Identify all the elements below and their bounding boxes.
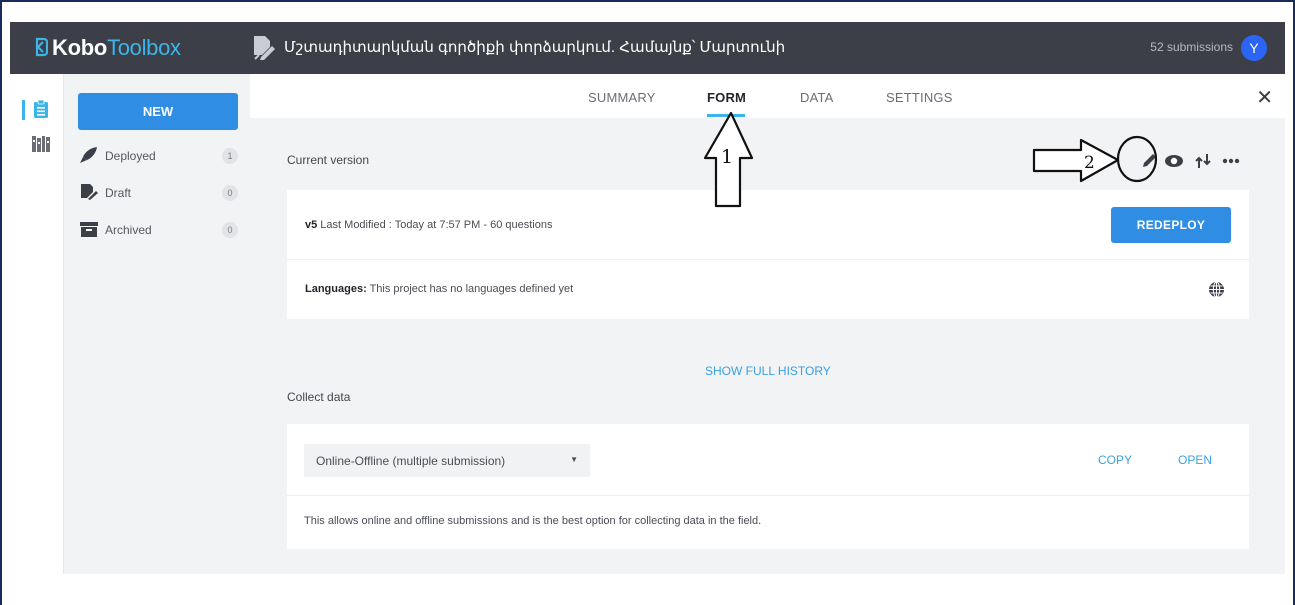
icon-rail xyxy=(10,74,64,574)
current-version-label: Current version xyxy=(287,153,370,167)
collect-description-row: This allows online and offline submissio… xyxy=(287,497,1249,549)
tab-form[interactable]: FORM xyxy=(707,90,746,105)
rocket-icon xyxy=(80,147,97,163)
main-content: SUMMARY FORM DATA SETTINGS ✕ Current ver… xyxy=(250,74,1285,574)
redeploy-button[interactable]: REDEPLOY xyxy=(1111,207,1231,243)
languages-row: Languages: This project has no languages… xyxy=(287,261,1249,319)
kobo-logo-icon xyxy=(35,37,48,57)
sidebar-item-count: 0 xyxy=(222,185,238,201)
rail-active-indicator xyxy=(22,100,25,120)
open-link-button[interactable]: OPEN xyxy=(1178,453,1212,467)
project-title: Մշտադիտարկման գործիքի փորձարկում. Համայն… xyxy=(284,39,786,56)
forms-clipboard-icon[interactable] xyxy=(34,100,48,118)
collect-method-value: Online-Offline (multiple submission) xyxy=(316,454,506,468)
tab-summary[interactable]: SUMMARY xyxy=(588,90,656,105)
sidebar-item-label: Archived xyxy=(105,223,152,237)
version-row: v5 Last Modified : Today at 7:57 PM - 60… xyxy=(287,190,1249,260)
sidebar-item-count: 1 xyxy=(222,148,238,164)
kobotoolbox-logo[interactable]: KoboToolbox xyxy=(34,35,181,61)
collect-method-select[interactable]: Online-Offline (multiple submission) ▼ xyxy=(304,444,590,477)
collect-data-card: Online-Offline (multiple submission) ▼ C… xyxy=(287,424,1249,549)
form-project-icon xyxy=(254,36,275,60)
tab-settings[interactable]: SETTINGS xyxy=(886,90,953,105)
active-tab-indicator xyxy=(707,114,745,117)
tab-bar: SUMMARY FORM DATA SETTINGS ✕ xyxy=(250,74,1285,118)
sidebar-item-archived[interactable]: Archived 0 xyxy=(78,220,238,240)
replace-form-icon[interactable] xyxy=(1194,152,1212,170)
sidebar-item-draft[interactable]: Draft 0 xyxy=(78,183,238,203)
logo-thin-text: Toolbox xyxy=(107,35,181,60)
version-info: v5 Last Modified : Today at 7:57 PM - 60… xyxy=(305,219,552,231)
sidebar: NEW Deployed 1 Draft 0 Archived 0 xyxy=(64,74,250,574)
logo-bold-text: Kobo xyxy=(52,35,108,60)
copy-link-button[interactable]: COPY xyxy=(1098,453,1132,467)
version-card: v5 Last Modified : Today at 7:57 PM - 60… xyxy=(287,190,1249,319)
sidebar-item-label: Draft xyxy=(105,186,132,200)
library-icon[interactable] xyxy=(32,136,50,152)
languages-text: This project has no languages defined ye… xyxy=(366,283,574,295)
tab-data[interactable]: DATA xyxy=(800,90,834,105)
collect-options-row: Online-Offline (multiple submission) ▼ C… xyxy=(287,424,1249,496)
version-number: v5 xyxy=(305,219,318,231)
collect-method-description: This allows online and offline submissio… xyxy=(304,515,762,527)
languages-info: Languages: This project has no languages… xyxy=(305,283,573,295)
sidebar-item-count: 0 xyxy=(222,222,238,238)
close-icon[interactable]: ✕ xyxy=(1256,85,1273,110)
collect-data-label: Collect data xyxy=(287,390,351,404)
more-options-icon[interactable] xyxy=(1222,158,1240,164)
languages-label: Languages: xyxy=(305,283,367,295)
dropdown-arrow-icon: ▼ xyxy=(570,455,578,464)
submissions-count: 52 submissions xyxy=(1150,40,1233,54)
draft-icon xyxy=(81,184,98,200)
user-avatar[interactable]: Y xyxy=(1241,35,1267,61)
archive-icon xyxy=(80,222,98,237)
globe-icon[interactable] xyxy=(1208,281,1225,298)
preview-eye-icon[interactable] xyxy=(1164,154,1184,168)
version-detail: Last Modified : Today at 7:57 PM - 60 qu… xyxy=(317,219,553,231)
edit-pencil-icon[interactable] xyxy=(1140,151,1159,170)
top-bar: KoboToolbox Մշտադիտարկման գործիքի փորձար… xyxy=(10,22,1285,74)
show-full-history-link[interactable]: SHOW FULL HISTORY xyxy=(705,364,831,378)
new-button[interactable]: NEW xyxy=(78,93,238,130)
sidebar-item-deployed[interactable]: Deployed 1 xyxy=(78,146,238,166)
sidebar-item-label: Deployed xyxy=(105,149,156,163)
